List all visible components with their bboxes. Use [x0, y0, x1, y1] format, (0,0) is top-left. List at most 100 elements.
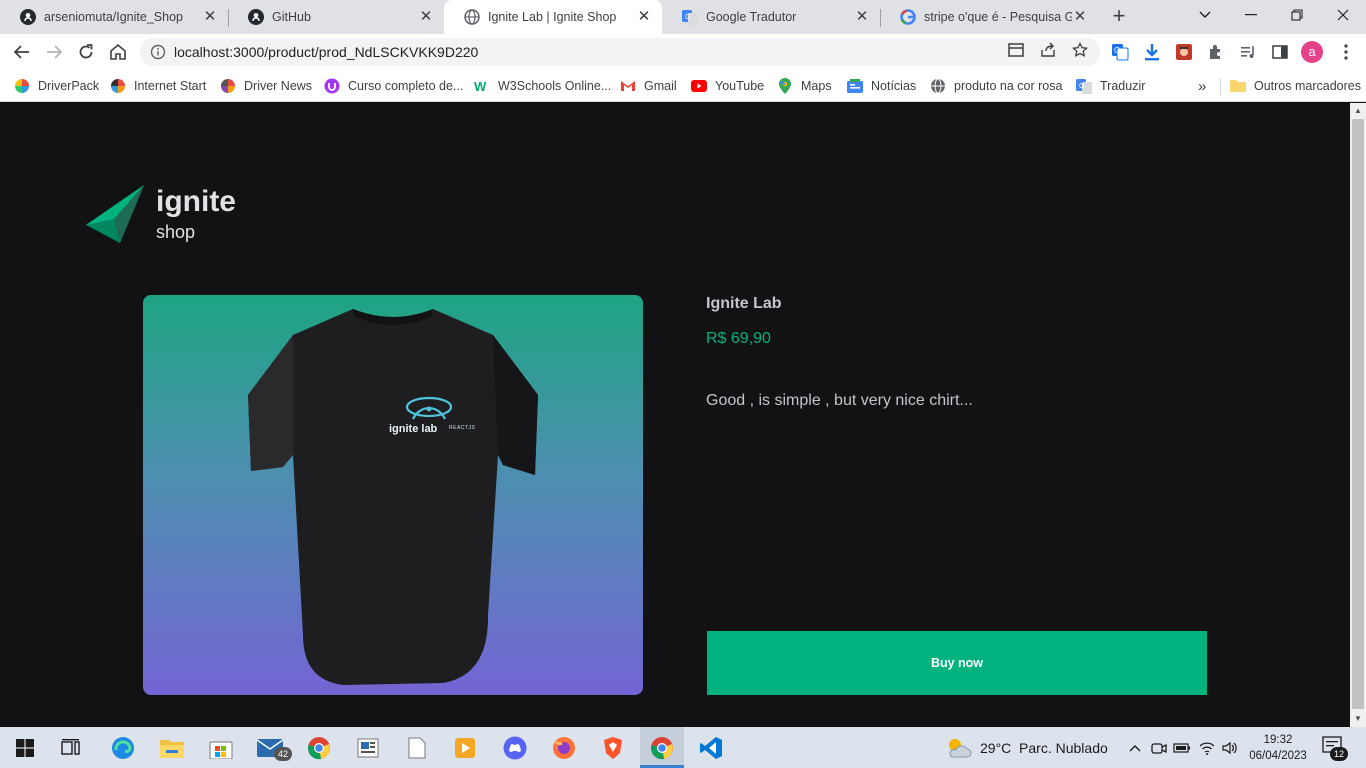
task-view-icon[interactable]	[58, 735, 84, 761]
scroll-down-arrow-icon[interactable]: ▼	[1350, 711, 1366, 727]
microsoft-store-icon[interactable]	[208, 735, 234, 761]
bookmark-label: Traduzir	[1100, 79, 1146, 93]
tab-search-dropdown-icon[interactable]	[1182, 0, 1228, 30]
partly-cloudy-icon	[949, 739, 972, 758]
brave-icon[interactable]	[600, 735, 626, 761]
bookmark-produto-cor-rosa[interactable]: produto na cor rosa	[930, 76, 1062, 96]
shirt-print-tag: REACTJS	[449, 425, 476, 431]
bookmarks-divider	[1220, 78, 1221, 96]
bookmark-gmail[interactable]: Gmail	[620, 76, 677, 96]
minimize-icon[interactable]	[1228, 0, 1274, 30]
maps-icon	[777, 78, 793, 94]
google-translate-extension-icon[interactable]: G	[1110, 42, 1130, 62]
bookmarks-overflow-button[interactable]: »	[1198, 76, 1206, 96]
reload-icon[interactable]	[74, 40, 98, 64]
bookmark-w3schools[interactable]: W W3Schools Online...	[474, 76, 611, 96]
bookmark-maps[interactable]: Maps	[777, 76, 832, 96]
site-info-icon[interactable]	[150, 44, 166, 60]
volume-icon[interactable]	[1221, 739, 1239, 757]
battery-icon[interactable]	[1173, 739, 1191, 757]
bookmark-internet-start[interactable]: Internet Start	[110, 76, 206, 96]
chrome-taskbar-icon[interactable]	[306, 735, 332, 761]
bookmarks-bar: DriverPack Internet Start Driver News Cu…	[0, 70, 1366, 102]
bookmark-driverpack[interactable]: DriverPack	[14, 76, 99, 96]
extensions-puzzle-icon[interactable]	[1206, 42, 1226, 62]
google-translate-icon: G	[682, 9, 698, 25]
profile-initial: a	[1308, 44, 1316, 59]
bookmark-label: Maps	[801, 79, 832, 93]
profile-avatar[interactable]: a	[1300, 40, 1324, 64]
document-icon[interactable]	[404, 735, 430, 761]
bookmark-star-icon[interactable]	[1070, 40, 1090, 60]
bookmark-noticias[interactable]: Notícias	[847, 76, 916, 96]
bookmark-label: Gmail	[644, 79, 677, 93]
forward-icon[interactable]	[42, 40, 66, 64]
windows-taskbar: 42 29°C Parc. Nublado 19:32 06/04/2023 1…	[0, 727, 1366, 768]
notification-count-badge: 12	[1330, 747, 1348, 761]
github-icon	[20, 9, 36, 25]
bookmark-label: YouTube	[715, 79, 765, 93]
new-tab-button[interactable]: +	[1108, 5, 1130, 28]
bookmark-traduzir[interactable]: G Traduzir	[1076, 76, 1145, 96]
tab-title: arseniomuta/Ignite_Shop	[44, 10, 183, 24]
bookmark-curso-completo[interactable]: Curso completo de...	[324, 76, 463, 96]
meet-now-icon[interactable]	[1150, 739, 1168, 757]
bookmark-youtube[interactable]: YouTube	[691, 76, 764, 96]
weather-widget[interactable]: 29°C Parc. Nublado	[946, 737, 1108, 759]
close-tab-icon[interactable]: ✕	[636, 9, 652, 25]
system-clock[interactable]: 19:32 06/04/2023	[1246, 732, 1310, 764]
discord-icon[interactable]	[502, 735, 528, 761]
extension-app-icon[interactable]	[1174, 42, 1194, 62]
tab-ignite-lab-active[interactable]: Ignite Lab | Ignite Shop ✕	[444, 0, 662, 34]
bookmark-driver-news[interactable]: Driver News	[220, 76, 312, 96]
scroll-up-arrow-icon[interactable]: ▲	[1350, 103, 1366, 119]
page-scrollbar[interactable]: ▲ ▼	[1350, 103, 1366, 727]
buy-now-button[interactable]: Buy now	[707, 631, 1207, 695]
video-editor-icon[interactable]	[452, 735, 478, 761]
news-app-icon[interactable]	[355, 735, 381, 761]
weather-text: 29°C Parc. Nublado	[980, 740, 1108, 756]
close-tab-icon[interactable]: ✕	[1072, 9, 1088, 25]
chrome-active-icon[interactable]	[649, 735, 675, 761]
chrome-menu-icon[interactable]	[1336, 42, 1356, 62]
bookmark-label: Outros marcadores	[1254, 79, 1361, 93]
tshirt-image	[248, 309, 538, 685]
media-controls-icon[interactable]	[1238, 42, 1258, 62]
svg-text:G: G	[1079, 83, 1084, 90]
windows-start-icon[interactable]	[12, 735, 38, 761]
scroll-thumb[interactable]	[1352, 119, 1364, 709]
reader-mode-icon[interactable]	[1006, 40, 1026, 60]
restore-icon[interactable]	[1274, 0, 1320, 30]
download-icon[interactable]	[1142, 42, 1162, 62]
svg-text:W: W	[474, 79, 487, 94]
other-bookmarks-folder[interactable]: Outros marcadores	[1230, 76, 1361, 96]
tab-ignite-shop-repo[interactable]: arseniomuta/Ignite_Shop ✕	[0, 0, 228, 34]
bookmark-label: Driver News	[244, 79, 313, 93]
close-tab-icon[interactable]: ✕	[418, 9, 434, 25]
tab-google-search[interactable]: stripe o'que é - Pesquisa Goo ✕	[880, 0, 1098, 34]
logo-triangles-icon	[86, 185, 144, 243]
driver-news-icon	[220, 78, 236, 94]
address-bar[interactable]: localhost:3000/product/prod_NdLSCKVKK9D2…	[140, 38, 1100, 66]
tab-google-tradutor[interactable]: G Google Tradutor ✕	[662, 0, 880, 34]
tab-github[interactable]: GitHub ✕	[228, 0, 444, 34]
url-text: localhost:3000/product/prod_NdLSCKVKK9D2…	[174, 44, 479, 60]
side-panel-icon[interactable]	[1270, 42, 1290, 62]
close-tab-icon[interactable]: ✕	[202, 9, 218, 25]
firefox-icon[interactable]	[551, 735, 577, 761]
svg-text:G: G	[685, 14, 690, 21]
close-window-icon[interactable]	[1320, 0, 1366, 30]
share-icon[interactable]	[1038, 40, 1058, 60]
back-icon[interactable]	[10, 40, 34, 64]
home-icon[interactable]	[106, 40, 130, 64]
vscode-icon[interactable]	[698, 735, 724, 761]
bookmark-label: produto na cor rosa	[954, 79, 1063, 93]
file-explorer-icon[interactable]	[159, 735, 185, 761]
news-icon	[847, 78, 863, 94]
wifi-icon[interactable]	[1198, 739, 1216, 757]
internet-start-icon	[110, 78, 126, 94]
tray-chevron-up-icon[interactable]	[1126, 739, 1144, 757]
edge-browser-icon[interactable]	[110, 735, 136, 761]
ignite-shop-logo[interactable]: ignite shop	[84, 183, 244, 247]
close-tab-icon[interactable]: ✕	[854, 9, 870, 25]
